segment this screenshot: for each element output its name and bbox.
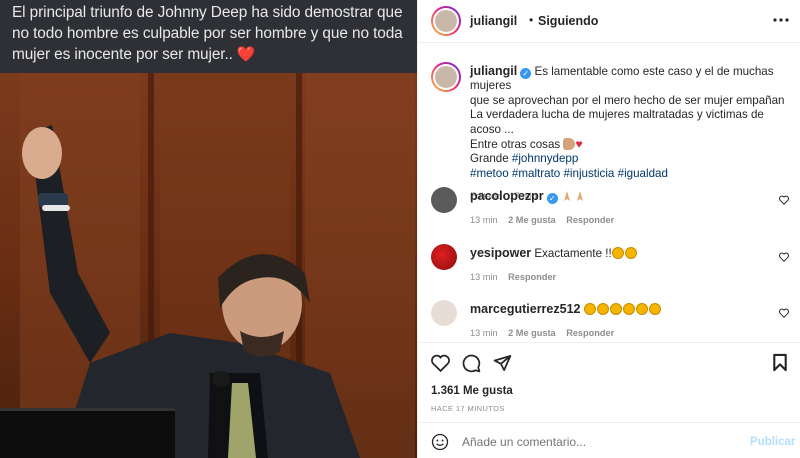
commenter-avatar[interactable] <box>431 300 457 326</box>
heart-emoji-icon: ❤️ <box>236 46 256 63</box>
emoji-picker-icon[interactable] <box>431 433 449 451</box>
separator-dot: • <box>529 13 534 27</box>
caption-line-3: La verdadera lucha de mujeres maltratada… <box>470 108 764 136</box>
praying-hands-emoji-icon <box>563 191 570 201</box>
red-heart-emoji-icon: ♥ <box>575 137 583 152</box>
comment-item: marcegutierrez512 13 min 2 Me gusta Resp… <box>418 296 800 344</box>
comment-item: pacolopezpr ✓ 13 min 2 Me gusta Responder <box>418 183 800 231</box>
add-comment-bar: Publicar <box>418 422 800 458</box>
caption-line-4: Entre otras cosas <box>470 138 561 152</box>
clapping-emoji-icon <box>611 247 624 259</box>
hashtag-igualdad[interactable]: #igualdad <box>618 167 668 180</box>
comment-username[interactable]: yesipower <box>470 246 531 260</box>
commenter-avatar[interactable] <box>431 187 457 213</box>
reply-button[interactable]: Responder <box>566 328 614 338</box>
comment-username[interactable]: pacolopezpr <box>470 189 544 203</box>
clapping-emoji-icon <box>635 303 648 315</box>
commenter-avatar[interactable] <box>431 244 457 270</box>
clapping-emoji-icon <box>622 303 635 315</box>
caption-line-5: Grande <box>470 152 509 166</box>
like-heart-icon[interactable] <box>431 354 450 372</box>
post-media-image[interactable]: El principal triunfo de Johnny Deep ha s… <box>0 0 417 458</box>
clapping-emoji-icon <box>596 303 609 315</box>
courtroom-scene <box>0 73 417 458</box>
save-bookmark-icon[interactable] <box>772 353 788 372</box>
caption-line-2: que se aprovechan por el mero hecho de s… <box>470 93 785 107</box>
comment-time: 13 min <box>470 328 498 338</box>
caption-text: El principal triunfo de Johnny Deep ha s… <box>12 4 403 63</box>
hashtag-johnnydepp[interactable]: #johnnydepp <box>512 152 578 165</box>
verified-badge-icon: ✓ <box>520 68 532 79</box>
comment-time: 13 min <box>470 215 498 225</box>
following-button[interactable]: Siguiendo <box>538 14 598 28</box>
caption-username[interactable]: juliangil <box>470 64 517 78</box>
post-details-panel: juliangil • Siguiendo juliangil ✓ Es lame… <box>417 0 800 458</box>
comment-input[interactable] <box>462 432 732 452</box>
caption-avatar[interactable] <box>431 62 461 92</box>
share-icon[interactable] <box>493 354 512 372</box>
muscle-emoji-icon <box>563 138 576 151</box>
comment-text: Exactamente !! <box>534 247 612 260</box>
clapping-emoji-icon <box>609 303 622 315</box>
likes-count[interactable]: 1.361 Me gusta <box>431 385 513 397</box>
praying-hands-emoji-icon <box>576 191 583 201</box>
more-options-icon[interactable] <box>773 18 789 22</box>
clapping-emoji-icon <box>624 247 637 259</box>
comment-time: 13 min <box>470 272 498 282</box>
clapping-emoji-icon <box>648 303 661 315</box>
reply-button[interactable]: Responder <box>508 272 556 282</box>
comment-item: yesipower Exactamente !! 13 min Responde… <box>418 240 800 288</box>
hashtag-metoo[interactable]: #metoo <box>470 167 509 180</box>
comment-username[interactable]: marcegutierrez512 <box>470 302 580 316</box>
like-comment-heart-icon[interactable] <box>779 308 789 318</box>
reply-button[interactable]: Responder <box>566 215 614 225</box>
like-comment-heart-icon[interactable] <box>779 252 789 262</box>
hashtag-maltrato[interactable]: #maltrato <box>512 167 560 180</box>
post-header: juliangil • Siguiendo <box>418 0 800 43</box>
author-username[interactable]: juliangil <box>470 14 517 28</box>
comment-likes-link[interactable]: 2 Me gusta <box>508 328 555 338</box>
hashtag-injusticia[interactable]: #injusticia <box>563 167 614 180</box>
like-comment-heart-icon[interactable] <box>779 195 789 205</box>
author-avatar[interactable] <box>431 6 461 36</box>
image-caption-text: El principal triunfo de Johnny Deep ha s… <box>0 0 417 73</box>
clapping-emoji-icon <box>583 303 596 315</box>
publish-button[interactable]: Publicar <box>750 436 795 448</box>
post-timestamp: HACE 17 MINUTOS <box>431 404 505 413</box>
comment-likes-link[interactable]: 2 Me gusta <box>508 215 555 225</box>
action-bar: 1.361 Me gusta HACE 17 MINUTOS <box>418 342 800 422</box>
comment-icon[interactable] <box>462 354 481 373</box>
post-caption: juliangil ✓ Es lamentable como este caso … <box>418 56 800 201</box>
verified-badge-icon: ✓ <box>546 193 558 204</box>
